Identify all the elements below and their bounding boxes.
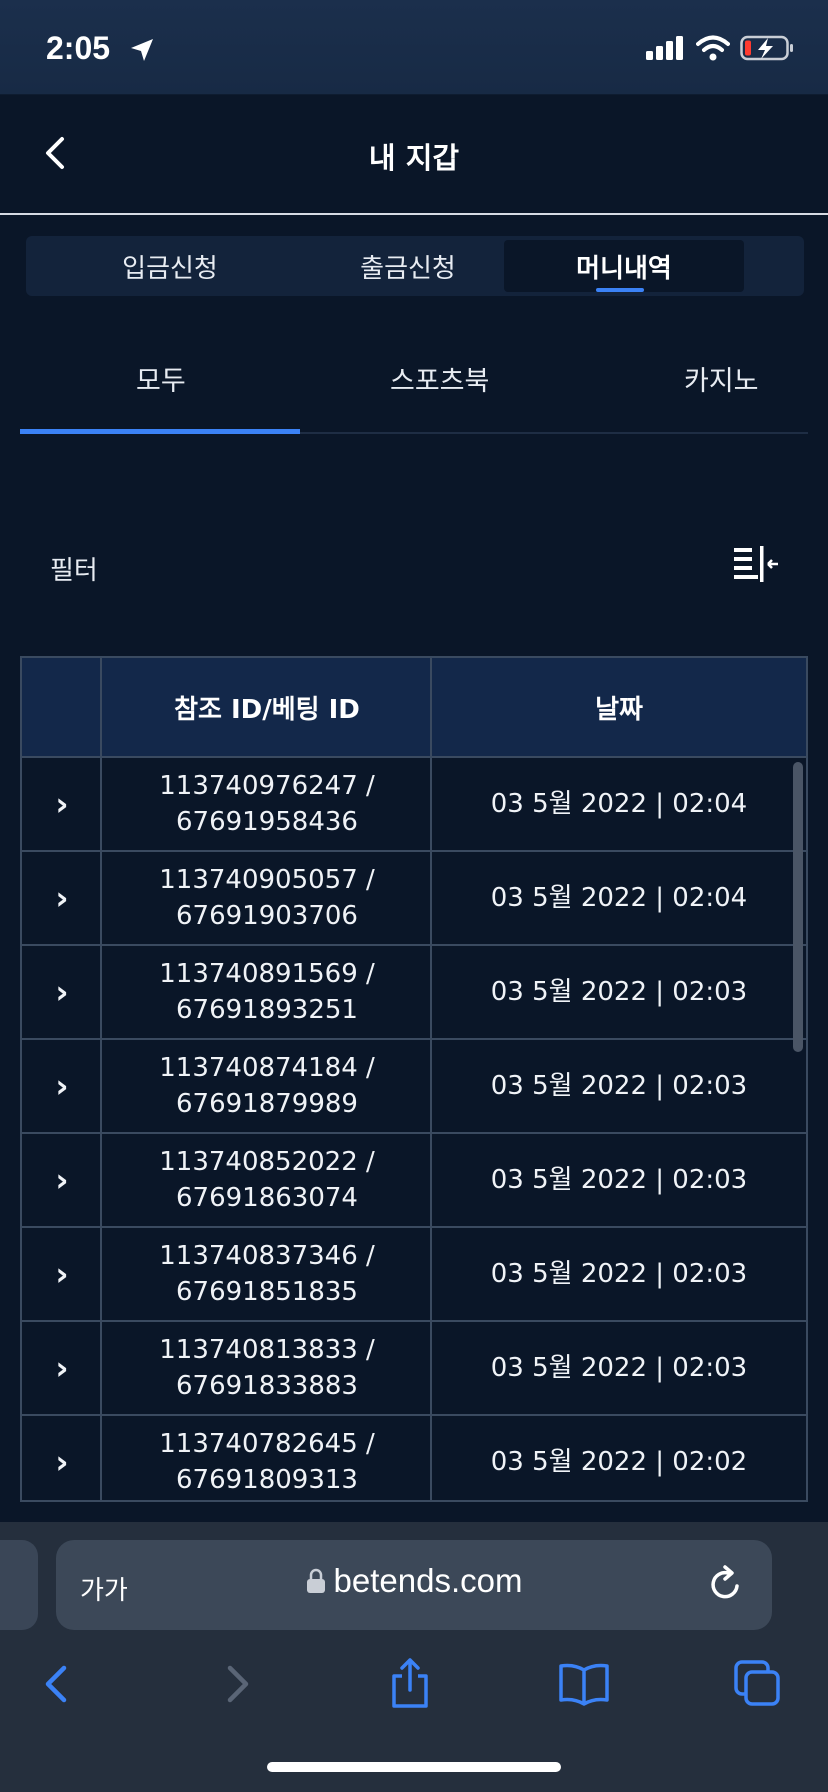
safari-toolbar: 가가 betends.com xyxy=(0,1522,828,1792)
date-cell: 03 5월 2022 | 02:03 xyxy=(490,1071,748,1101)
table-scrollbar[interactable] xyxy=(793,762,803,1052)
table-row[interactable]: › 113740874184 / 67691879989 03 5월 2022 … xyxy=(22,1040,806,1134)
app-header: 내 지갑 xyxy=(0,95,828,215)
date-cell: 03 5월 2022 | 02:04 xyxy=(490,789,748,819)
ref-bet-id-cell: 113740782645 / 67691809313 xyxy=(102,1416,432,1500)
bet-id: 67691958436 xyxy=(176,807,358,837)
ref-bet-id-cell: 113740837346 / 67691851835 xyxy=(102,1228,432,1320)
ref-bet-id-cell: 113740905057 / 67691903706 xyxy=(102,852,432,944)
table-row[interactable]: › 113740852022 / 67691863074 03 5월 2022 … xyxy=(22,1134,806,1228)
ref-bet-id-cell: 113740874184 / 67691879989 xyxy=(102,1040,432,1132)
bet-id: 67691809313 xyxy=(176,1465,358,1495)
tab-casino[interactable]: 카지노 xyxy=(684,358,759,398)
header-date: 날짜 xyxy=(595,694,643,725)
status-bar: 2:05 xyxy=(0,0,828,95)
ref-id: 113740891569 / xyxy=(159,959,375,989)
browser-forward-icon[interactable] xyxy=(208,1656,264,1712)
ref-id: 113740874184 / xyxy=(159,1053,375,1083)
reload-icon[interactable] xyxy=(706,1564,746,1604)
table-row[interactable]: › 113740905057 / 67691903706 03 5월 2022 … xyxy=(22,852,806,946)
bookmarks-icon[interactable] xyxy=(556,1656,612,1712)
tab-deposit-request[interactable]: 입금신청 xyxy=(50,240,290,292)
share-icon[interactable] xyxy=(382,1656,438,1712)
row-expand-icon[interactable]: › xyxy=(22,1228,102,1320)
tabs-icon[interactable] xyxy=(730,1656,786,1712)
active-tab-indicator xyxy=(20,429,300,434)
ref-bet-id-cell: 113740891569 / 67691893251 xyxy=(102,946,432,1038)
wallet-tab-bar: 입금신청 출금신청 머니내역 xyxy=(26,236,804,296)
browser-back-icon[interactable] xyxy=(30,1656,86,1712)
ref-bet-id-cell: 113740813833 / 67691833883 xyxy=(102,1322,432,1414)
table-row[interactable]: › 113740891569 / 67691893251 03 5월 2022 … xyxy=(22,946,806,1040)
tab-money-history[interactable]: 머니내역 xyxy=(504,240,744,292)
page-title: 내 지갑 xyxy=(368,141,460,175)
filter-collapse-icon[interactable] xyxy=(732,544,780,584)
money-history-table: 참조 ID/베팅 ID 날짜 › 113740976247 / 67691958… xyxy=(20,656,808,1502)
row-expand-icon[interactable]: › xyxy=(22,1134,102,1226)
ref-id: 113740782645 / xyxy=(159,1429,375,1459)
ref-bet-id-cell: 113740976247 / 67691958436 xyxy=(102,758,432,850)
status-time: 2:05 xyxy=(46,30,111,66)
row-expand-icon[interactable]: › xyxy=(22,1416,102,1500)
table-row[interactable]: › 113740837346 / 67691851835 03 5월 2022 … xyxy=(22,1228,806,1322)
header-expand-col xyxy=(22,658,102,756)
url-text: betends.com xyxy=(333,1562,523,1599)
date-cell: 03 5월 2022 | 02:03 xyxy=(490,1353,748,1383)
row-expand-icon[interactable]: › xyxy=(22,1322,102,1414)
ref-id: 113740837346 / xyxy=(159,1241,375,1271)
date-cell: 03 5월 2022 | 02:03 xyxy=(490,1259,748,1289)
bet-id: 67691879989 xyxy=(176,1089,358,1119)
location-arrow-icon xyxy=(131,39,153,61)
table-row[interactable]: › 113740976247 / 67691958436 03 5월 2022 … xyxy=(22,758,806,852)
bet-id: 67691833883 xyxy=(176,1371,358,1401)
bet-id: 67691863074 xyxy=(176,1183,358,1213)
table-row[interactable]: › 113740813833 / 67691833883 03 5월 2022 … xyxy=(22,1322,806,1416)
ref-bet-id-cell: 113740852022 / 67691863074 xyxy=(102,1134,432,1226)
date-cell: 03 5월 2022 | 02:03 xyxy=(490,1165,748,1195)
table-row[interactable]: › 113740782645 / 67691809313 03 5월 2022 … xyxy=(22,1416,806,1500)
tab-sportsbook[interactable]: 스포츠북 xyxy=(390,358,489,398)
ref-id: 113740813833 / xyxy=(159,1335,375,1365)
date-cell: 03 5월 2022 | 02:02 xyxy=(490,1447,748,1477)
bet-id: 67691893251 xyxy=(176,995,358,1025)
header-ref-id: 참조 ID/베팅 ID xyxy=(174,694,360,725)
battery-charging-icon xyxy=(740,35,793,61)
bet-id: 67691851835 xyxy=(176,1277,358,1307)
cellular-signal-icon xyxy=(646,36,683,60)
wifi-icon xyxy=(696,35,730,61)
lock-icon xyxy=(306,1568,325,1593)
row-expand-icon[interactable]: › xyxy=(22,852,102,944)
ref-id: 113740976247 / xyxy=(159,771,375,801)
home-indicator xyxy=(267,1762,561,1772)
bet-id: 67691903706 xyxy=(176,901,358,931)
ref-id: 113740852022 / xyxy=(159,1147,375,1177)
address-bar[interactable]: 가가 betends.com xyxy=(56,1540,772,1630)
ref-id: 113740905057 / xyxy=(159,865,375,895)
category-tab-bar: 모두 스포츠북 카지노 xyxy=(20,340,808,434)
tab-withdraw-request[interactable]: 출금신청 xyxy=(288,240,528,292)
tab-all[interactable]: 모두 xyxy=(136,358,186,398)
row-expand-icon[interactable]: › xyxy=(22,758,102,850)
previous-tab-pill[interactable] xyxy=(0,1540,38,1630)
row-expand-icon[interactable]: › xyxy=(22,946,102,1038)
row-expand-icon[interactable]: › xyxy=(22,1040,102,1132)
date-cell: 03 5월 2022 | 02:04 xyxy=(490,883,748,913)
date-cell: 03 5월 2022 | 02:03 xyxy=(490,977,748,1007)
table-header: 참조 ID/베팅 ID 날짜 xyxy=(22,658,806,758)
filter-label[interactable]: 필터 xyxy=(50,550,98,587)
